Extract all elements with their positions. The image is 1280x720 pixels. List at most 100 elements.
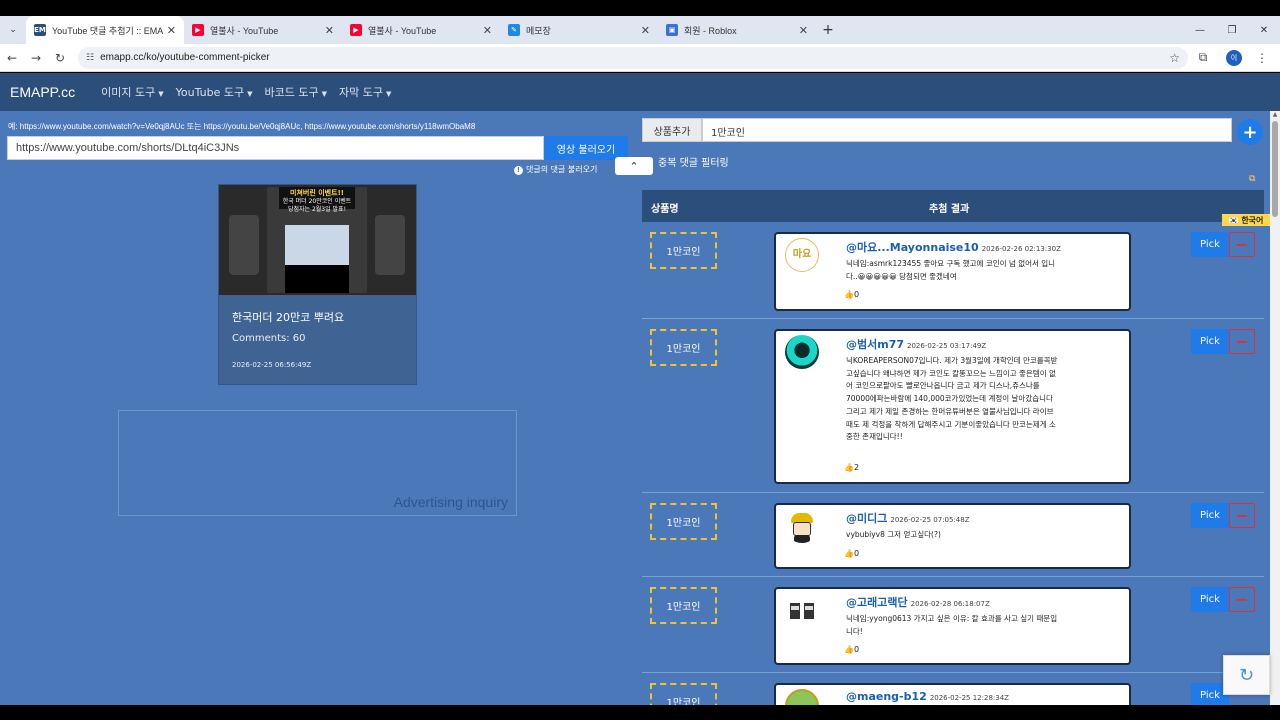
close-icon[interactable]: ✕ <box>325 24 334 37</box>
caret-down-icon: ▼ <box>321 90 327 98</box>
video-title: 한국머더 20만코 뿌려요 <box>232 311 345 324</box>
tab-memo[interactable]: ✎ 메모장 ✕ <box>500 16 658 44</box>
ad-inquiry-text: Advertising inquiry <box>393 494 508 510</box>
restore-icon[interactable]: ❐ <box>1216 25 1248 36</box>
site-settings-icon[interactable]: ☷ <box>86 53 94 63</box>
tab-title: YouTube 댓글 추첨기 :: EMAPP <box>52 25 163 36</box>
comment-text: 닉KOREAPERSON07입니다. 제가 3월3일에 개학인데 만코를꼭받고싶… <box>846 356 1058 442</box>
caret-down-icon: ▼ <box>158 90 164 98</box>
caret-down-icon: ▼ <box>247 90 253 98</box>
comment-card: @미디그 2026-02-25 07:05:48Z vybubiyv8 그저 얻고… <box>774 503 1131 569</box>
info-icon: ! <box>514 166 523 175</box>
tab-search-chevron-icon[interactable]: ⌄ <box>0 16 26 44</box>
pick-button[interactable]: Pick <box>1191 329 1229 354</box>
pick-button[interactable]: Pick <box>1191 587 1229 612</box>
video-date: 2026-02-25 06:56:49Z <box>232 361 312 369</box>
add-product-label: 상품추가 <box>642 118 702 142</box>
column-result: 추첨 결과 <box>929 204 970 215</box>
prize-label: 1만코인 <box>650 683 717 705</box>
pick-button[interactable]: Pick <box>1191 503 1229 528</box>
remove-button[interactable]: − <box>1229 503 1255 528</box>
window-controls: — ❐ ✕ <box>1184 16 1280 44</box>
results-table-body: 1만코인 마요 @마요...Mayonnaise10 2026-02-26 02:… <box>642 222 1264 705</box>
thumbs-up-icon: 👍 <box>844 549 854 558</box>
url-example-text: 예: https://www.youtube.com/watch?v=Ve0qj… <box>8 122 476 131</box>
comment-author[interactable]: @maeng-b12 2026-02-25 12:28:34Z <box>846 690 1009 703</box>
remove-button[interactable]: − <box>1229 329 1255 354</box>
close-icon[interactable]: ✕ <box>641 24 650 37</box>
video-card[interactable]: 미쳐버린 이벤트!! 한국 머더 20만코인 이벤트 당첨자는 2월3일 발표!… <box>218 184 417 385</box>
page-scrollbar[interactable]: ▲ <box>1270 111 1280 705</box>
column-product: 상품명 <box>651 204 679 215</box>
window-close-icon[interactable]: ✕ <box>1248 25 1280 36</box>
comment-text: vybubiyv8 그저 얻고싶다(?) <box>846 530 941 539</box>
product-name-input[interactable]: 1만코인 <box>702 118 1232 142</box>
tab-title: 메모장 <box>526 25 551 36</box>
thumbs-up-icon: 👍 <box>844 290 854 299</box>
profile-avatar[interactable]: 이 <box>1226 49 1242 66</box>
comment-author[interactable]: @마요...Mayonnaise10 2026-02-26 02:13:30Z <box>846 239 1061 255</box>
close-icon[interactable]: ✕ <box>799 24 808 37</box>
tab-youtube-2[interactable]: ▶ 열불사 - YouTube ✕ <box>342 16 500 44</box>
comment-author[interactable]: @미디그 2026-02-25 07:05:48Z <box>846 510 970 526</box>
site-navbar: EMAPP.cc 이미지 도구 ▼ YouTube 도구 ▼ 바코드 도구 ▼ 자막 … <box>0 73 1280 111</box>
recaptcha-icon[interactable]: ↻ <box>1223 655 1270 695</box>
nav-barcode-tools[interactable]: 바코드 도구 ▼ <box>264 84 327 100</box>
remove-button[interactable]: − <box>1229 587 1255 612</box>
video-url-input[interactable]: https://www.youtube.com/shorts/DLtq4iC3J… <box>7 136 544 160</box>
new-tab-button[interactable]: + <box>816 22 840 38</box>
avatar <box>785 689 819 705</box>
collapse-chevron-up-icon[interactable]: ⌃ <box>615 157 653 175</box>
url-text[interactable]: emapp.cc/ko/youtube-comment-picker <box>100 52 1169 63</box>
memo-favicon-icon: ✎ <box>508 24 520 36</box>
tab-roblox[interactable]: ▣ 회원 - Roblox ✕ <box>658 16 816 44</box>
load-replies-option[interactable]: ! 댓글의 댓글 불러오기 <box>514 164 597 175</box>
table-row: 1만코인 @고래고랙단 2026-02-28 06:18:07Z 닉네임:yyon… <box>642 577 1264 673</box>
video-comment-count: Comments: 60 <box>232 333 306 344</box>
bookmark-star-icon[interactable]: ☆ <box>1169 51 1180 65</box>
ad-box[interactable]: Advertising inquiry <box>118 410 517 516</box>
reload-icon[interactable]: ↻ <box>48 51 72 65</box>
prize-label: 1만코인 <box>650 329 717 366</box>
avatar <box>785 509 819 543</box>
pick-button[interactable]: Pick <box>1191 232 1229 257</box>
screen-bottom-border <box>0 705 1280 720</box>
roblox-favicon-icon: ▣ <box>666 24 678 36</box>
emapp-favicon-icon: EM <box>34 24 46 36</box>
minimize-icon[interactable]: — <box>1184 25 1216 36</box>
comment-likes: 👍0 <box>844 549 860 558</box>
kebab-menu-icon[interactable]: ⋮ <box>1250 51 1274 65</box>
nav-image-tools[interactable]: 이미지 도구 ▼ <box>101 84 164 100</box>
load-video-button[interactable]: 영상 불러오기 <box>544 136 628 160</box>
comment-likes: 👍2 <box>844 463 860 472</box>
comment-author[interactable]: @범서m77 2026-02-25 03:17:49Z <box>846 336 986 352</box>
comment-text: 닉네임:yyong0613 가지고 싶은 이유: 칼 효과를 사고 싶기 때문입… <box>846 614 1058 636</box>
comment-author[interactable]: @고래고랙단 2026-02-28 06:18:07Z <box>846 594 990 610</box>
close-icon[interactable]: ✕ <box>167 24 176 37</box>
nav-youtube-tools[interactable]: YouTube 도구 ▼ <box>176 84 253 100</box>
scroll-up-arrow-icon[interactable]: ▲ <box>1270 111 1280 121</box>
tab-emapp[interactable]: EM YouTube 댓글 추첨기 :: EMAPP ✕ <box>26 16 184 44</box>
nav-subtitle-tools[interactable]: 자막 도구 ▼ <box>339 84 391 100</box>
comment-card: @maeng-b12 2026-02-25 12:28:34Z <box>774 683 1131 705</box>
scroll-thumb[interactable] <box>1272 121 1278 217</box>
tab-title: 회원 - Roblox <box>684 25 737 36</box>
tab-youtube-1[interactable]: ▶ 열불사 - YouTube ✕ <box>184 16 342 44</box>
copy-icon[interactable]: ⧉ <box>1249 174 1255 184</box>
tab-title: 열불사 - YouTube <box>210 25 279 36</box>
back-arrow-icon[interactable]: ← <box>0 51 24 65</box>
table-row: 1만코인 @범서m77 2026-02-25 03:17:49Z 닉KOREAPE… <box>642 319 1264 493</box>
tab-title: 열불사 - YouTube <box>368 25 437 36</box>
add-product-button[interactable]: + <box>1237 119 1263 145</box>
forward-arrow-icon[interactable]: → <box>24 51 48 65</box>
omnibox[interactable]: ☷ emapp.cc/ko/youtube-comment-picker ☆ <box>78 46 1188 69</box>
close-icon[interactable]: ✕ <box>483 24 492 37</box>
caret-down-icon: ▼ <box>385 90 392 98</box>
table-row: 1만코인 @maeng-b12 2026-02-25 12:28:34Z Pick <box>642 673 1264 705</box>
remove-button[interactable]: − <box>1229 232 1255 257</box>
duplicate-filter-toggle[interactable]: 중복 댓글 필터링 <box>658 154 729 169</box>
thumbnail-banner: 미쳐버린 이벤트!! 한국 머더 20만코인 이벤트 당첨자는 2월3일 발표! <box>279 187 355 213</box>
site-brand[interactable]: EMAPP.cc <box>10 84 75 100</box>
extensions-puzzle-icon[interactable]: ⧉ <box>1188 50 1218 65</box>
avatar: 마요 <box>785 238 819 272</box>
